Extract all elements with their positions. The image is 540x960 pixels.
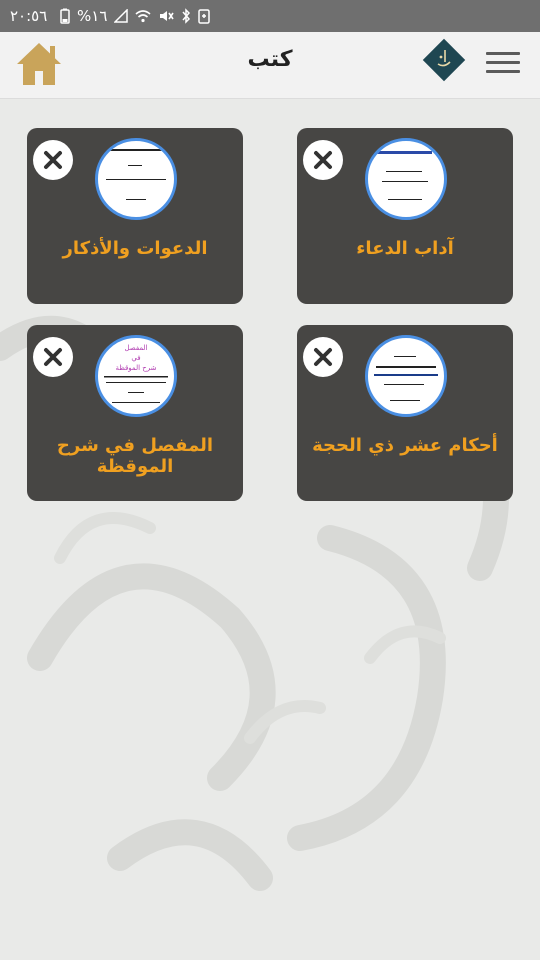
book-cover [365,138,447,220]
book-cover: المفصل في شرح الموقظة [95,335,177,417]
cover-heading: المفصل [124,344,147,352]
cover-art: المفصل في شرح الموقظة [104,344,168,403]
bluetooth-icon [182,8,191,24]
book-card[interactable]: المفصل في شرح الموقظة المفصل في شرح المو… [27,325,243,501]
book-card[interactable]: آداب الدعاء [297,128,513,304]
book-card[interactable]: أحكام عشر ذي الحجة [297,325,513,501]
battery-percent: %١٦ [77,7,108,25]
close-icon [314,348,332,366]
close-icon [44,151,62,169]
status-icons: %١٦ [60,7,211,25]
cover-line: شرح الموقظة [115,364,156,372]
remove-book-button[interactable] [33,140,73,180]
remove-book-button[interactable] [33,337,73,377]
book-cover [95,138,177,220]
menu-icon [486,52,520,55]
wifi-icon [135,10,151,23]
signal-icon [114,9,129,23]
book-card[interactable]: الدعوات والأذكار [27,128,243,304]
cover-sub: في [131,354,140,362]
book-title: أحكام عشر ذي الحجة [312,435,498,456]
battery-icon [60,8,70,24]
remove-book-button[interactable] [303,337,343,377]
menu-button[interactable] [486,52,520,78]
book-title: آداب الدعاء [356,238,454,259]
book-cover [365,335,447,417]
remove-book-button[interactable] [303,140,343,180]
status-bar: ٢٠:٥٦ %١٦ [0,0,540,32]
logo [422,38,466,82]
book-title: الدعوات والأذكار [62,238,208,259]
app-header: كتب [0,32,540,99]
mute-icon [160,11,175,21]
notification-icon [198,9,211,24]
book-title: المفصل في شرح الموقظة [56,435,214,477]
close-icon [44,348,62,366]
status-time: ٢٠:٥٦ [10,7,48,25]
close-icon [314,151,332,169]
logo-icon [422,38,466,82]
